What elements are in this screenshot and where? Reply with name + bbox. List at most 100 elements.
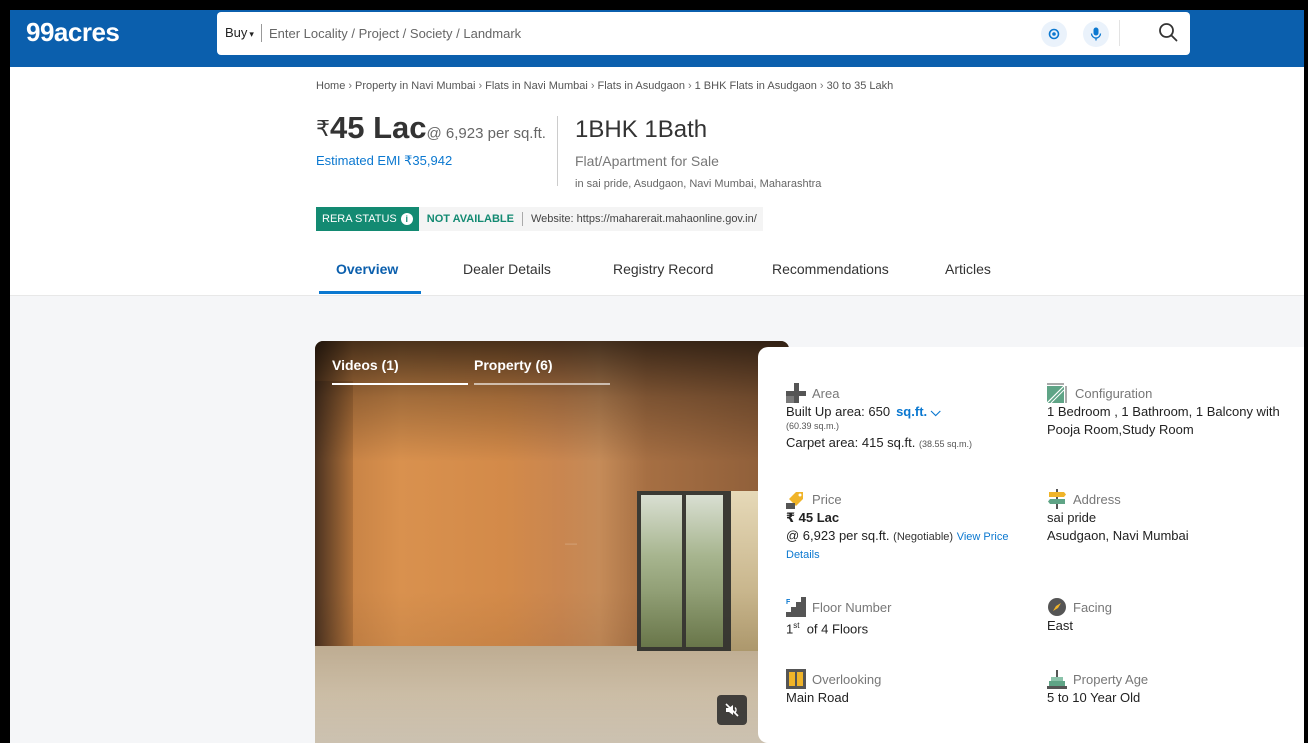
tab-overview[interactable]: Overview bbox=[336, 261, 398, 277]
listing-title: 1BHK 1Bath bbox=[575, 116, 708, 143]
overlooking-value: Main Road bbox=[786, 690, 849, 705]
breadcrumb-flats-locality[interactable]: Flats in Asudgaon bbox=[598, 80, 685, 92]
search-input[interactable] bbox=[269, 20, 1029, 46]
total-floors: of 4 Floors bbox=[806, 621, 869, 637]
divider bbox=[557, 116, 558, 186]
buy-dropdown[interactable]: Buy ▾ bbox=[225, 25, 254, 40]
voice-search-button[interactable] bbox=[1083, 21, 1109, 47]
property-age-label: Property Age bbox=[1073, 671, 1149, 687]
window-icon bbox=[786, 669, 806, 689]
built-up-value: Built Up area: 650 bbox=[786, 404, 891, 419]
search-bar: Buy ▾ bbox=[217, 12, 1190, 55]
area-label: Area bbox=[812, 385, 840, 401]
price-value: ₹ 45 Lac bbox=[786, 510, 840, 525]
active-tab-indicator bbox=[319, 291, 421, 294]
mute-button[interactable] bbox=[717, 695, 747, 725]
configuration-line: 1 Bedroom , 1 Bathroom, 1 Balcony with bbox=[1047, 404, 1280, 419]
floor-label: Floor Number bbox=[812, 599, 892, 615]
area-icon bbox=[786, 383, 806, 403]
breadcrumb-separator: › bbox=[819, 80, 824, 92]
rera-label: RERA STATUS bbox=[322, 213, 397, 225]
rera-status-badge[interactable]: RERA STATUS i bbox=[316, 207, 419, 231]
view-price-details-link[interactable]: View Price bbox=[957, 531, 1009, 543]
address-section: Address sai pride Asudgaon, Navi Mumbai bbox=[1047, 489, 1304, 545]
signpost-icon bbox=[1048, 489, 1066, 509]
unit-dropdown[interactable]: sq.ft. ⌵ bbox=[896, 404, 941, 419]
property-age-value: 5 to 10 Year Old bbox=[1047, 690, 1141, 705]
rera-status-value: NOT AVAILABLE bbox=[426, 213, 514, 225]
view-price-details-link[interactable]: Details bbox=[786, 546, 1036, 564]
floor-section: F Floor Number 1st of 4 Floors bbox=[786, 597, 1026, 638]
search-button[interactable] bbox=[1158, 22, 1178, 47]
site-logo[interactable]: 99acres bbox=[26, 17, 120, 48]
breadcrumb-separator: › bbox=[590, 80, 595, 92]
floor-suffix: st bbox=[793, 621, 800, 630]
estimated-emi-link[interactable]: Estimated EMI ₹35,942 bbox=[316, 153, 452, 169]
currency-symbol: ₹ bbox=[316, 116, 330, 141]
listing-price: ₹45 Lac@ 6,923 per sq.ft. bbox=[316, 110, 546, 146]
listing-subtitle: Flat/Apartment for Sale bbox=[575, 153, 719, 169]
tab-registry-record[interactable]: Registry Record bbox=[613, 261, 713, 277]
svg-text:F: F bbox=[786, 599, 791, 606]
photo-overlay bbox=[315, 341, 789, 743]
media-tabs: Videos (1) Property (6) bbox=[315, 341, 789, 389]
tab-dealer-details[interactable]: Dealer Details bbox=[463, 261, 551, 277]
top-header: 99acres Buy ▾ bbox=[10, 10, 1304, 67]
breadcrumb-home[interactable]: Home bbox=[316, 80, 345, 92]
address-line: Asudgaon, Navi Mumbai bbox=[1047, 528, 1189, 543]
building-age-icon bbox=[1047, 670, 1067, 689]
listing-location: in sai pride, Asudgaon, Navi Mumbai, Mah… bbox=[575, 178, 822, 190]
tab-articles[interactable]: Articles bbox=[945, 261, 991, 277]
floor-value: 1st of 4 Floors bbox=[786, 617, 1026, 638]
address-label: Address bbox=[1073, 491, 1121, 507]
rera-info: RERA STATUS i NOT AVAILABLE Website: http… bbox=[316, 207, 763, 231]
rera-website: Website: https://maharerait.mahaonline.g… bbox=[530, 213, 757, 225]
divider bbox=[1119, 20, 1120, 46]
divider bbox=[261, 24, 262, 42]
property-details-card: Area Built Up area: 650 sq.ft. ⌵ (60.39 s… bbox=[758, 347, 1304, 743]
facing-label: Facing bbox=[1073, 599, 1113, 615]
breadcrumb-separator: › bbox=[478, 80, 483, 92]
carpet-value: Carpet area: 415 sq.ft. bbox=[786, 435, 916, 450]
address-line: sai pride bbox=[1047, 510, 1097, 525]
search-icon bbox=[1159, 23, 1178, 42]
tab-videos[interactable]: Videos (1) bbox=[332, 357, 399, 373]
info-icon[interactable]: i bbox=[400, 213, 413, 225]
breadcrumb-budget[interactable]: 30 to 35 Lakh bbox=[827, 80, 894, 92]
price-label: Price bbox=[812, 491, 842, 507]
compass-icon bbox=[1048, 598, 1066, 616]
negotiable-label: (Negotiable) bbox=[893, 531, 954, 543]
location-button[interactable] bbox=[1041, 21, 1067, 47]
media-tab-indicator bbox=[474, 383, 610, 385]
divider bbox=[521, 212, 523, 226]
configuration-icon bbox=[1047, 383, 1067, 403]
mute-icon bbox=[725, 703, 739, 717]
configuration-section: Configuration 1 Bedroom , 1 Bathroom, 1 … bbox=[1047, 383, 1304, 439]
price-rate: @ 6,923 per sq.ft. bbox=[786, 528, 890, 543]
breadcrumb: Home › Property in Navi Mumbai › Flats in Na… bbox=[316, 80, 893, 92]
buy-label: Buy bbox=[225, 25, 248, 40]
breadcrumb-separator: › bbox=[348, 80, 353, 92]
price-amount: 45 Lac bbox=[330, 110, 427, 145]
price-section: Price ₹ 45 Lac @ 6,923 per sq.ft. (Negot… bbox=[786, 489, 1036, 564]
tab-property-photos[interactable]: Property (6) bbox=[474, 357, 553, 373]
area-section: Area Built Up area: 650 sq.ft. ⌵ (60.39 s… bbox=[786, 383, 1026, 453]
overlooking-label: Overlooking bbox=[812, 671, 882, 687]
price-rate: @ 6,923 per sq.ft. bbox=[426, 125, 546, 142]
chevron-down-icon: ▾ bbox=[249, 29, 254, 39]
overlooking-section: Overlooking Main Road bbox=[786, 669, 1026, 707]
active-media-tab-indicator bbox=[332, 383, 468, 385]
chevron-down-icon: ⌵ bbox=[930, 404, 941, 419]
facing-section: Facing East bbox=[1047, 597, 1304, 635]
breadcrumb-1bhk[interactable]: 1 BHK Flats in Asudgaon bbox=[695, 80, 817, 92]
media-viewer[interactable]: — Videos (1) Property (6) bbox=[315, 341, 789, 743]
breadcrumb-flats-city[interactable]: Flats in Navi Mumbai bbox=[485, 80, 588, 92]
built-up-sqm: (60.39 sq.m.) bbox=[786, 421, 840, 431]
tab-recommendations[interactable]: Recommendations bbox=[772, 261, 889, 277]
configuration-line: Pooja Room,Study Room bbox=[1047, 422, 1194, 437]
breadcrumb-property[interactable]: Property in Navi Mumbai bbox=[355, 80, 475, 92]
page: 99acres Buy▾ Home›Property in Navi Mumba… bbox=[10, 10, 1304, 743]
facing-value: East bbox=[1047, 618, 1074, 633]
breadcrumb-separator: › bbox=[687, 80, 692, 92]
price-rate-line: @ 6,923 per sq.ft. (Negotiable) View Pri… bbox=[786, 527, 1036, 546]
